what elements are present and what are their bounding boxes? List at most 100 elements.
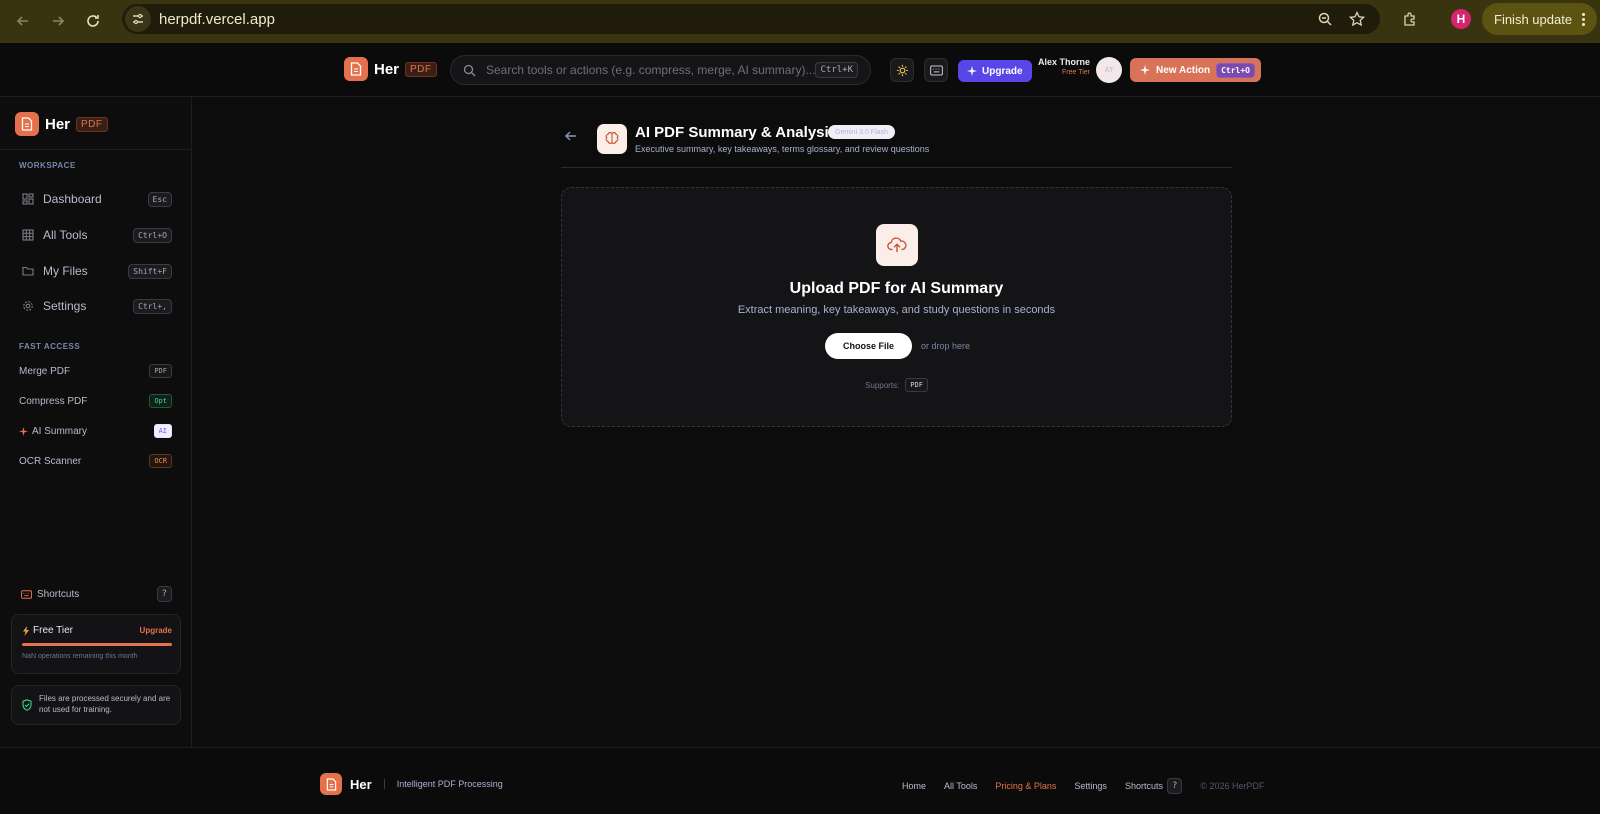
document-logo-icon (15, 112, 39, 136)
fast-item-label: Merge PDF (19, 365, 71, 377)
sidebar-item-dashboard[interactable]: Dashboard Esc (22, 189, 172, 209)
site-settings-icon[interactable] (125, 6, 151, 32)
model-badge: Gemini 3.0 Flash (828, 125, 895, 139)
page-subtitle: Executive summary, key takeaways, terms … (635, 144, 930, 154)
divider (0, 149, 191, 150)
sidebar-item-label: Dashboard (43, 192, 102, 206)
tool-badge: PDF (149, 364, 172, 378)
supported-formats: Supports: PDF (562, 378, 1231, 392)
tool-badge: AI (153, 424, 172, 438)
zoom-icon[interactable] (1314, 8, 1336, 30)
footer-shortcuts-label: Shortcuts (1124, 781, 1163, 791)
fast-item-merge-pdf[interactable]: Merge PDF PDF (19, 363, 172, 379)
footer-link-shortcuts[interactable]: Shortcuts ? (1124, 778, 1183, 794)
sidebar-shortcuts[interactable]: Shortcuts ? (21, 586, 172, 602)
search-icon (463, 64, 476, 77)
tool-badge: OCR (149, 454, 172, 468)
supports-label: Supports: (865, 380, 900, 390)
fast-item-ocr-scanner[interactable]: OCR Scanner OCR (19, 453, 172, 469)
sparkle-icon (1140, 65, 1150, 75)
new-action-shortcut: Ctrl+O (1216, 62, 1255, 78)
back-arrow-icon[interactable] (564, 129, 578, 148)
shortcut-badge: Ctrl+, (133, 298, 172, 314)
back-arrow-icon[interactable] (12, 10, 34, 32)
free-tier-card: Free Tier Upgrade NaN operations remaini… (11, 614, 181, 674)
usage-progress-fill (22, 643, 172, 646)
bookmark-star-icon[interactable] (1346, 8, 1368, 30)
extensions-icon[interactable] (1399, 9, 1421, 31)
footer-link-settings[interactable]: Settings (1074, 781, 1107, 791)
fast-item-label: AI Summary (32, 425, 88, 437)
security-notice: Files are processed securely and are not… (11, 685, 181, 725)
fast-item-label: OCR Scanner (19, 455, 82, 467)
sparkle-icon (19, 426, 28, 436)
address-bar[interactable]: herpdf.vercel.app (122, 4, 1380, 34)
sidebar-item-label: My Files (43, 264, 88, 278)
search-input[interactable]: Search tools or actions (e.g. compress, … (486, 63, 815, 77)
fast-item-label: Compress PDF (19, 395, 88, 407)
brand-name: Her (45, 115, 71, 133)
brand-name: Her (350, 776, 372, 792)
footer-link-all-tools[interactable]: All Tools (944, 781, 977, 791)
document-logo-icon (320, 773, 342, 795)
workspace-section-title: WORKSPACE (19, 161, 76, 170)
shortcuts-key: ? (156, 586, 172, 602)
security-text: Files are processed securely and are not… (39, 694, 171, 714)
theme-toggle-button[interactable] (890, 58, 914, 82)
upgrade-button[interactable]: Upgrade (958, 60, 1032, 82)
footer-logo[interactable]: Her Intelligent PDF Processing (320, 773, 503, 795)
choose-file-button[interactable]: Choose File (825, 333, 912, 359)
sidebar-item-settings[interactable]: Settings Ctrl+, (22, 296, 172, 316)
footer-link-pricing[interactable]: Pricing & Plans (995, 781, 1056, 791)
finish-update-button[interactable]: Finish update (1482, 3, 1598, 35)
shortcut-badge: Esc (147, 191, 172, 207)
shortcuts-label: Shortcuts (37, 588, 80, 600)
brain-icon (597, 124, 627, 154)
user-name: Alex Thorne (1037, 57, 1090, 67)
user-info[interactable]: Alex Thorne Free Tier (1030, 57, 1090, 76)
profile-avatar[interactable]: H (1451, 9, 1471, 29)
fast-item-ai-summary[interactable]: AI Summary AI (19, 423, 172, 439)
document-logo-icon (344, 57, 368, 81)
sidebar-item-all-tools[interactable]: All Tools Ctrl+O (22, 225, 172, 245)
bolt-icon (22, 625, 30, 636)
divider (561, 167, 1232, 168)
upload-title: Upload PDF for AI Summary (789, 280, 1004, 297)
url-text[interactable]: herpdf.vercel.app (159, 11, 275, 28)
sun-icon (896, 64, 908, 76)
tier-remaining: NaN operations remaining this month (22, 653, 138, 660)
new-action-button[interactable]: New Action Ctrl+O (1130, 58, 1261, 82)
divider (383, 779, 385, 789)
header-logo[interactable]: Her PDF (344, 57, 437, 81)
reload-icon[interactable] (82, 10, 104, 32)
shortcuts-key: ? (1166, 778, 1183, 794)
usage-progress-bar (22, 643, 172, 646)
page-title: AI PDF Summary & Analysis (635, 124, 838, 141)
footer-links: Home All Tools Pricing & Plans Settings … (902, 778, 1265, 794)
finish-update-label: Finish update (1494, 11, 1573, 27)
footer-tagline: Intelligent PDF Processing (396, 779, 503, 789)
sidebar-logo[interactable]: Her PDF (15, 112, 108, 136)
shortcut-badge: Shift+F (128, 263, 172, 279)
upload-subtitle: Extract meaning, key takeaways, and stud… (737, 304, 1056, 316)
shield-check-icon (22, 698, 32, 716)
forward-arrow-icon[interactable] (47, 10, 69, 32)
fast-item-compress-pdf[interactable]: Compress PDF Opt (19, 393, 172, 409)
dashboard-icon (22, 193, 36, 205)
keyboard-icon (21, 589, 32, 599)
sidebar-item-my-files[interactable]: My Files Shift+F (22, 261, 172, 281)
app-header: Her PDF Search tools or actions (e.g. co… (0, 43, 1600, 97)
brand-badge: PDF (405, 61, 437, 77)
user-avatar[interactable]: AT (1096, 57, 1122, 83)
format-badge: PDF (905, 378, 928, 392)
tier-upgrade-link[interactable]: Upgrade (140, 626, 172, 635)
user-tier: Free Tier (1061, 69, 1090, 76)
search-bar[interactable]: Search tools or actions (e.g. compress, … (450, 55, 871, 85)
keyboard-icon (929, 65, 943, 75)
sparkle-icon (967, 66, 977, 76)
upload-dropzone[interactable]: Upload PDF for AI Summary Extract meanin… (561, 187, 1232, 427)
browser-toolbar: herpdf.vercel.app H Finish update (0, 0, 1600, 43)
new-action-label: New Action (1156, 64, 1211, 76)
footer-link-home[interactable]: Home (902, 781, 926, 791)
keyboard-button[interactable] (924, 58, 948, 82)
